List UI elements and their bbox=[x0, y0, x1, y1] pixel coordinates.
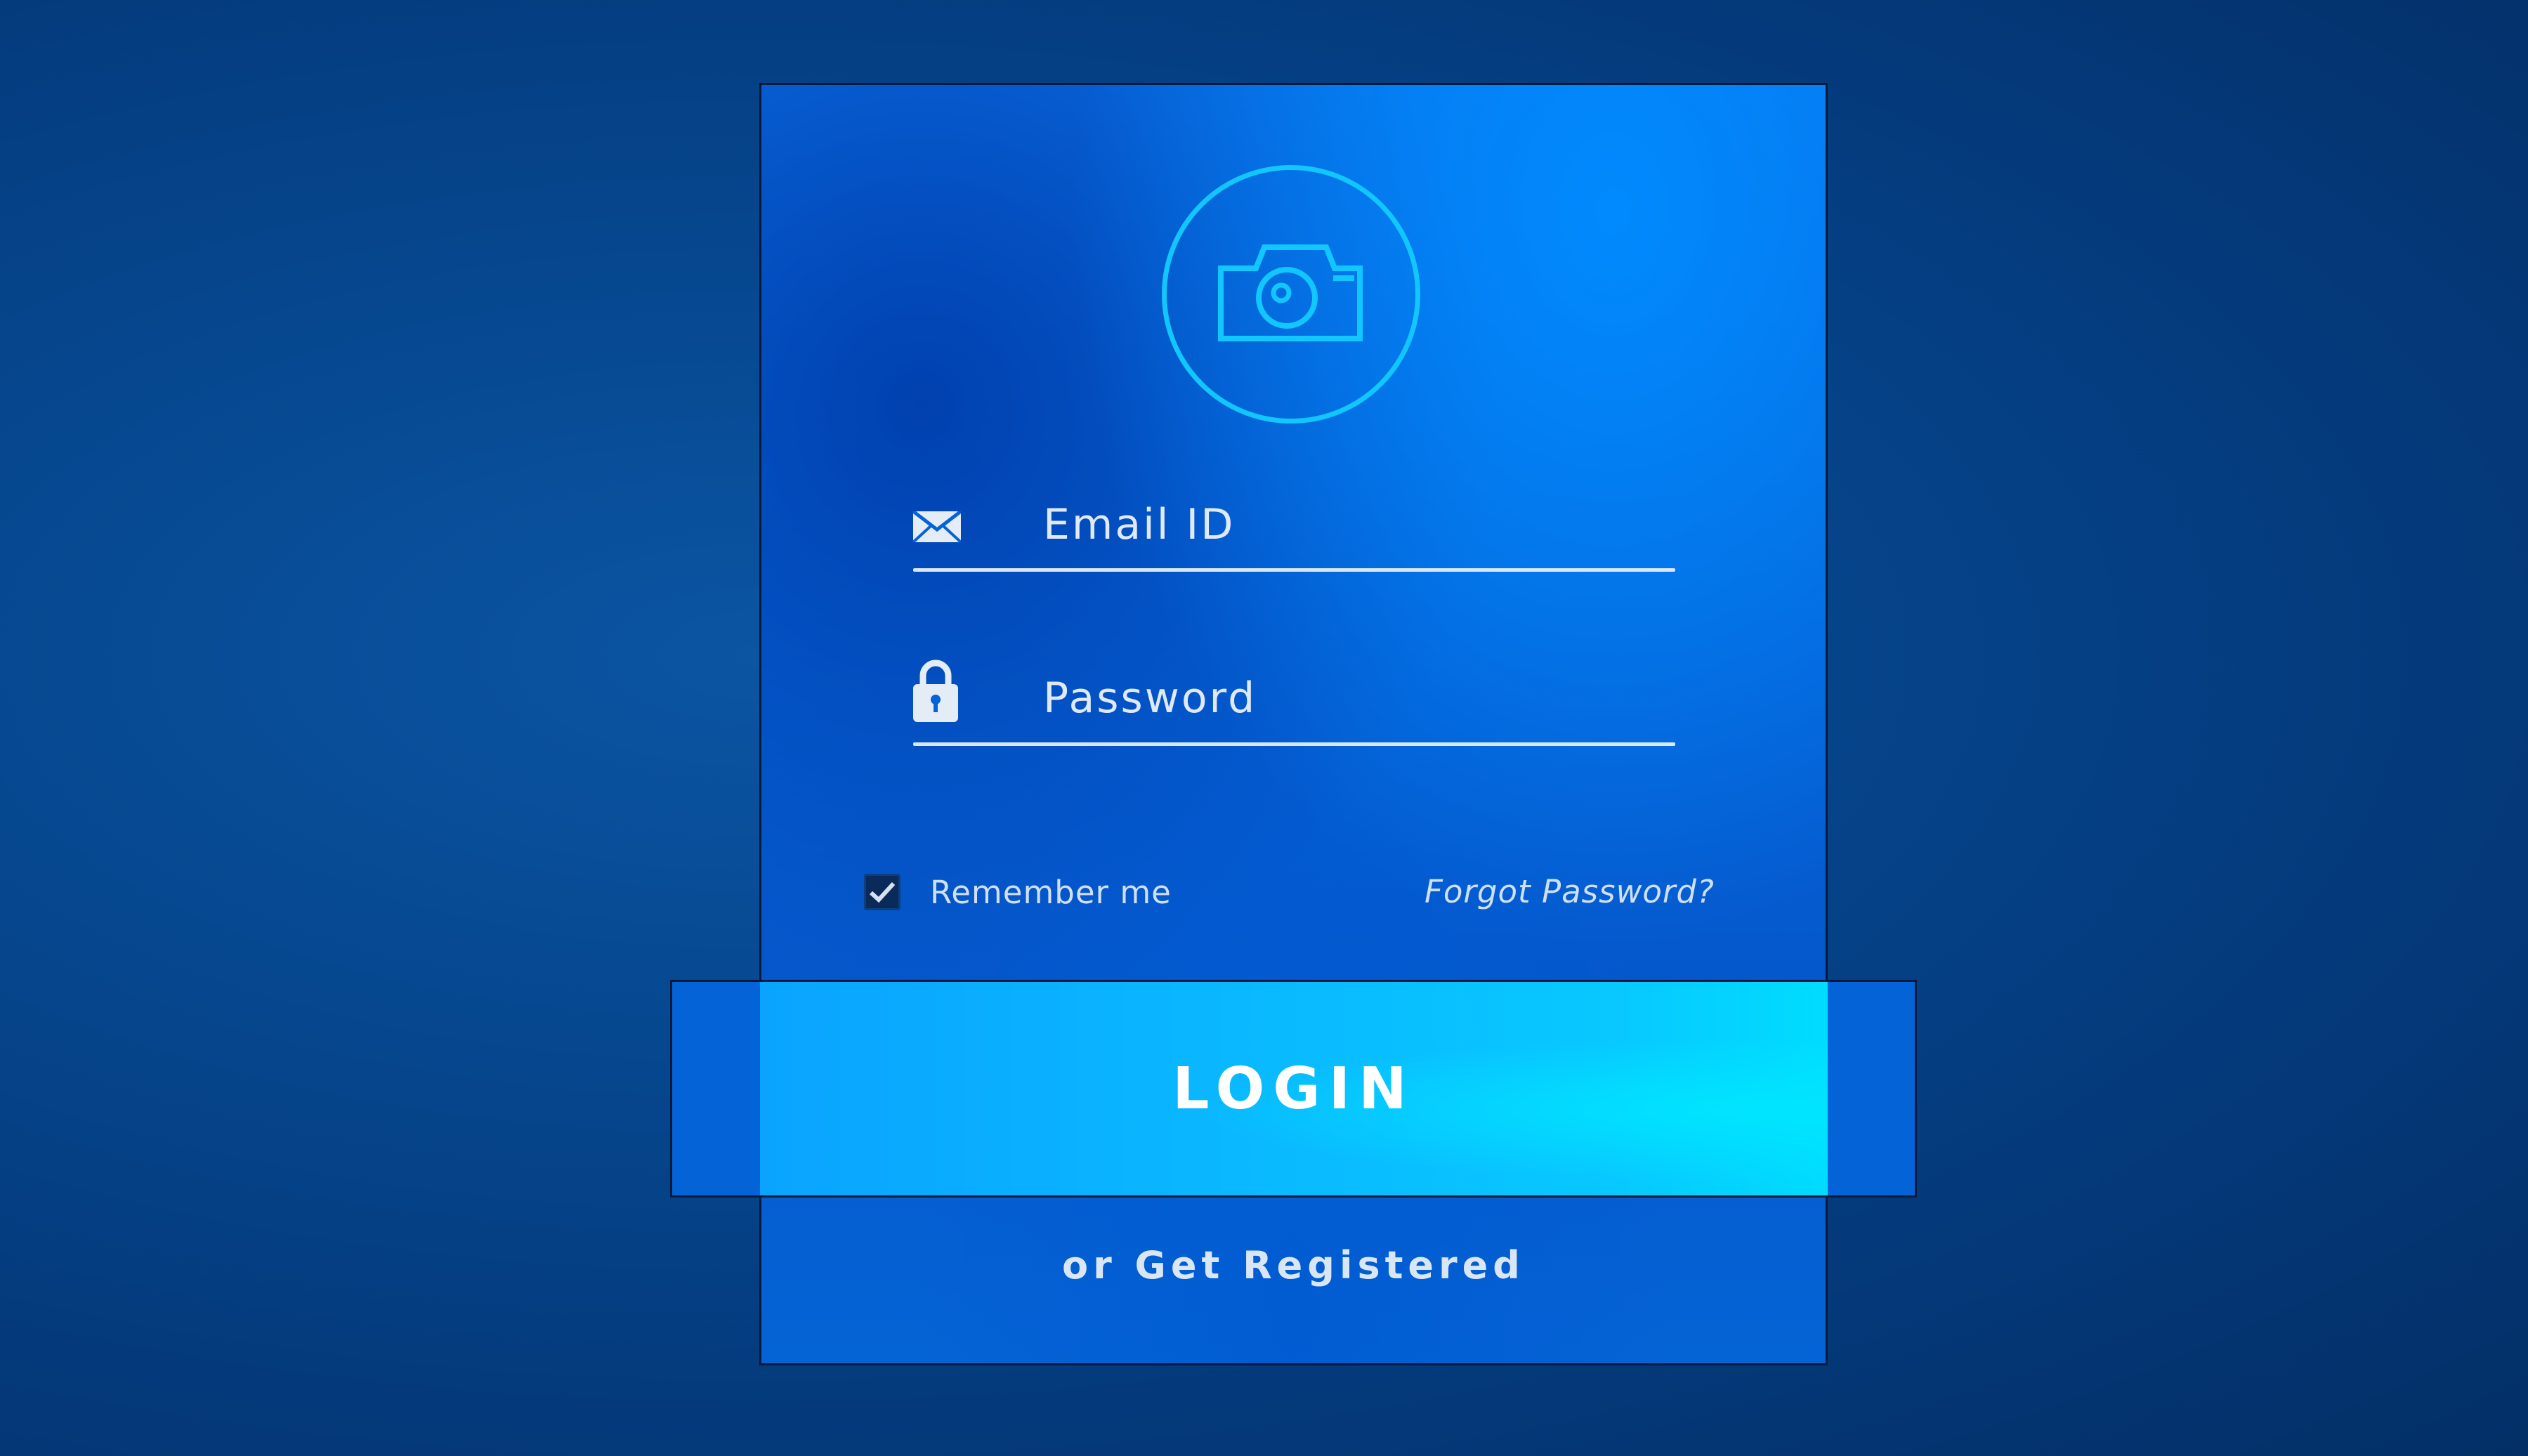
remember-me-checkbox[interactable] bbox=[864, 874, 900, 910]
email-input[interactable] bbox=[1043, 493, 1668, 556]
email-underline bbox=[913, 568, 1675, 572]
camera-icon bbox=[1218, 244, 1363, 341]
remember-me-row: Remember me bbox=[864, 871, 1172, 913]
password-underline bbox=[913, 742, 1675, 746]
checkmark-icon bbox=[869, 881, 896, 903]
envelope-icon bbox=[913, 511, 961, 542]
lock-icon bbox=[913, 660, 958, 722]
password-field bbox=[913, 643, 1675, 746]
forgot-password-link[interactable]: Forgot Password? bbox=[1425, 871, 1715, 913]
email-field bbox=[913, 478, 1675, 572]
password-input[interactable] bbox=[1043, 666, 1668, 730]
login-button[interactable]: LOGIN bbox=[760, 982, 1828, 1195]
remember-me-label[interactable]: Remember me bbox=[930, 874, 1172, 911]
avatar[interactable] bbox=[1162, 165, 1420, 424]
register-link[interactable]: or Get Registered bbox=[759, 1243, 1828, 1287]
